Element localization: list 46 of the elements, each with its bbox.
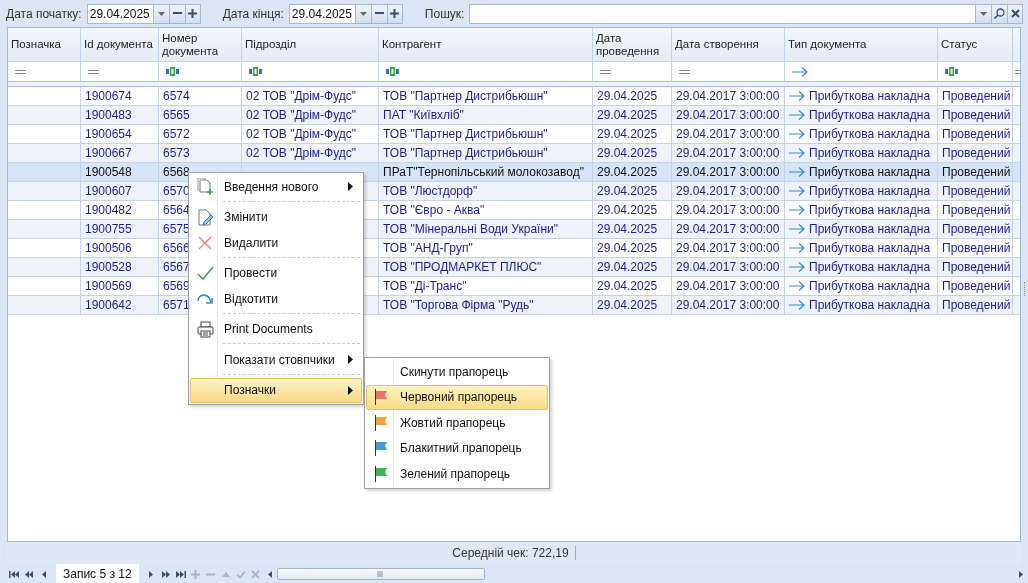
column-header[interactable]: Позначка — [8, 28, 81, 62]
table-cell: Прибуткова накладна — [809, 279, 931, 293]
table-row[interactable]: 1900674 6574 02 ТОВ "Дрім-Фудс" ТОВ "Партнер Дистрибьюшн" 29.04.2025 29.04.2017 3:00:00 Прибуткова накладна Проведений — [8, 87, 1020, 106]
menu-item[interactable]: Червоний прапорець — [366, 384, 548, 410]
table-cell: Прибуткова накладна — [809, 184, 931, 198]
column-header[interactable]: Підрозділ — [242, 28, 379, 62]
table-cell: Прибуткова накладна — [809, 89, 931, 103]
table-cell: Проведений — [938, 296, 1013, 315]
column-header[interactable]: Тип документа — [785, 28, 938, 62]
table-row[interactable]: 1900654 6572 02 ТОВ "Дрім-Фудс" ТОВ "Партнер Дистрибьюшн" 29.04.2025 29.04.2017 3:00:00 Прибуткова накладна Проведений — [8, 125, 1020, 144]
table-cell: Прибуткова накладна — [809, 127, 931, 141]
record-counter: Запис 5 з 12 — [56, 564, 139, 583]
table-cell: Прибуткова накладна — [809, 260, 931, 274]
column-header[interactable]: Id документа — [81, 28, 159, 62]
menu-item[interactable]: Зелений прапорець — [366, 461, 548, 487]
table-cell: Прибуткова накладна — [809, 146, 931, 160]
start-date-label: Дата початку: — [6, 6, 82, 21]
table-cell: Прибуткова накладна — [809, 108, 931, 122]
table-cell: Прибуткова накладна — [809, 203, 931, 217]
table-cell: Прибуткова накладна — [809, 241, 931, 255]
table-row[interactable]: 1900667 6573 02 ТОВ "Дрім-Фудс" ТОВ "Партнер Дистрибьюшн" 29.04.2025 29.04.2017 3:00:00 Прибуткова накладна Проведений — [8, 144, 1020, 163]
table-row[interactable]: 1900548 6568 ПРаТ"Тернопільський молокозавод" 29.04.2025 29.04.2017 3:00:00 Прибуткова накладна Проведений — [8, 163, 1020, 182]
table-cell: Прибуткова накладна — [809, 222, 931, 236]
end-date-label: Дата кінця: — [222, 6, 284, 21]
table-row[interactable]: 1900483 6565 02 ТОВ "Дрім-Фудс" ПАТ "Київхліб" 29.04.2025 29.04.2017 3:00:00 Прибуткова накладна Проведений — [8, 106, 1020, 125]
start-date-field[interactable]: 29.04.2025 — [86, 3, 153, 24]
menu-item[interactable]: Позначки — [190, 377, 362, 403]
end-date-field[interactable]: 29.04.2025 — [288, 3, 355, 24]
table-cell: Прибуткова накладна — [809, 298, 931, 312]
column-header[interactable]: Статус — [938, 28, 1013, 62]
menu-item[interactable]: Print Documents — [190, 316, 362, 342]
menu-item[interactable]: Блакитний прапорець — [366, 435, 548, 461]
search-label: Пошук: — [424, 6, 465, 21]
summary-text: Середній чек: 722,19 — [452, 546, 576, 560]
menu-item[interactable]: Жовтий прапорець — [366, 410, 548, 436]
menu-item[interactable]: Показати стовпчики — [190, 347, 362, 373]
table-cell: ТОВ "Торгова Фірма "Рудь" — [379, 296, 593, 315]
column-header[interactable]: Дата проведення — [593, 28, 672, 62]
menu-item[interactable]: Скинути прапорець — [366, 359, 548, 385]
table-cell: 29.04.2025 — [593, 296, 672, 315]
column-header[interactable]: Номер документа — [159, 28, 242, 62]
table-cell: Прибуткова накладна — [809, 165, 931, 179]
column-header[interactable]: Контрагент — [379, 28, 593, 62]
column-header[interactable]: Дата створення — [672, 28, 785, 62]
table-cell: 1900642 — [81, 296, 159, 315]
table-cell: 29.04.2017 3:00:00 — [672, 296, 785, 315]
